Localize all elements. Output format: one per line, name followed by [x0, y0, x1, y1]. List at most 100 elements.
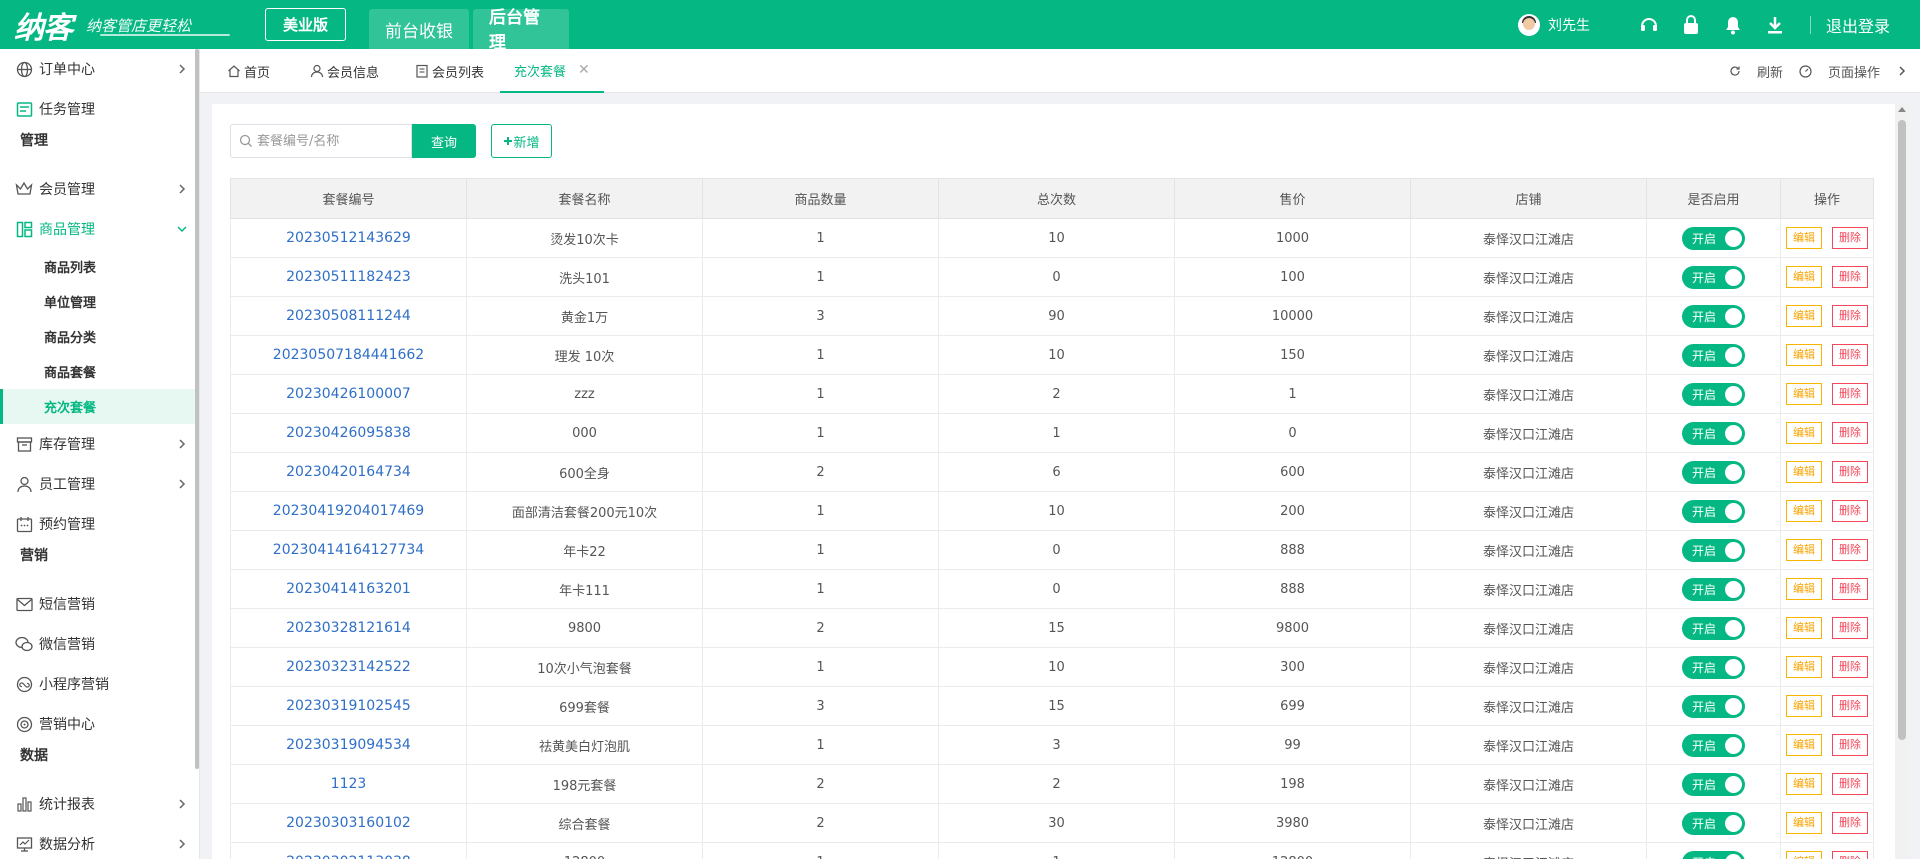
package-code[interactable]: 20230508111244: [230, 296, 467, 336]
table-row[interactable]: 20230319094534 祛黄美白灯泡肌 1 3 99 泰怿汉口江滩店 开启 编辑 删除: [230, 725, 1874, 765]
sidebar-item-miniapp[interactable]: 小程序营销: [0, 664, 195, 704]
add-button[interactable]: 新增: [491, 124, 552, 158]
enabled-toggle[interactable]: 开启: [1682, 382, 1745, 406]
delete-button[interactable]: 删除: [1832, 344, 1868, 366]
sidebar-sub-recharge-package[interactable]: 充次套餐: [0, 389, 195, 424]
table-row[interactable]: 20230511182423 洗头101 1 0 100 泰怿汉口江滩店 开启 编辑 删除: [230, 257, 1874, 297]
sidebar-item-goods[interactable]: 商品管理: [0, 209, 195, 249]
sidebar-item-member[interactable]: 会员管理: [0, 169, 195, 209]
enabled-toggle[interactable]: 开启: [1682, 460, 1745, 484]
table-row[interactable]: 20230323142522 10次小气泡套餐 1 10 300 泰怿汉口江滩店 开启 编辑删…: [230, 647, 1874, 687]
table-row[interactable]: 20230512143629 烫发10次卡 1 10 1000 泰怿汉口江滩店 开启 编辑 删除: [230, 218, 1874, 258]
close-icon[interactable]: ✕: [578, 62, 590, 78]
sidebar-item-staff[interactable]: 员工管理: [0, 464, 195, 504]
sidebar-sub-goods-package[interactable]: 商品套餐: [0, 354, 195, 389]
package-code[interactable]: 20230512143629: [230, 218, 467, 258]
sidebar-item-booking[interactable]: 预约管理: [0, 504, 195, 544]
table-row[interactable]: 20230426095838 000 1 1 0 泰怿汉口江滩店 开启 编辑 删除: [230, 413, 1874, 453]
delete-button[interactable]: 删除: [1832, 695, 1868, 717]
search-input[interactable]: [257, 133, 407, 149]
edit-button[interactable]: 编辑: [1786, 695, 1822, 717]
edit-button[interactable]: 编辑: [1786, 461, 1822, 483]
main-scrollbar[interactable]: [1895, 104, 1909, 859]
enabled-toggle[interactable]: 开启: [1682, 733, 1745, 757]
page-operations-button[interactable]: 页面操作: [1799, 62, 1880, 81]
sidebar-item-analysis[interactable]: 数据分析: [0, 824, 195, 859]
enabled-toggle[interactable]: 开启: [1682, 538, 1745, 562]
edit-button[interactable]: 编辑: [1786, 422, 1822, 444]
sidebar-sub-category[interactable]: 商品分类: [0, 319, 195, 354]
package-code[interactable]: 20230414164127734: [230, 530, 467, 570]
download-icon[interactable]: [1764, 14, 1786, 36]
tab-back-admin[interactable]: 后台管理: [473, 8, 569, 56]
delete-button[interactable]: 删除: [1832, 266, 1868, 288]
table-row[interactable]: 20230302113038128001112800泰怿汉口江滩店开启编辑删除: [230, 842, 1874, 859]
package-code[interactable]: 20230414163201: [230, 569, 467, 609]
enabled-toggle[interactable]: 开启: [1682, 226, 1745, 250]
package-code[interactable]: 1123: [230, 764, 467, 804]
delete-button[interactable]: 删除: [1832, 422, 1868, 444]
sidebar-item-stats[interactable]: 统计报表: [0, 784, 195, 824]
table-row[interactable]: 20230414163201 年卡111 1 0 888 泰怿汉口江滩店 开启 编辑 删除: [230, 569, 1874, 609]
sidebar-item-stock[interactable]: 库存管理: [0, 424, 195, 464]
enabled-toggle[interactable]: 开启: [1682, 811, 1745, 835]
delete-button[interactable]: 删除: [1832, 500, 1868, 522]
edit-button[interactable]: 编辑: [1786, 266, 1822, 288]
sidebar-scrollbar[interactable]: [195, 49, 199, 769]
refresh-button[interactable]: 刷新: [1729, 62, 1783, 81]
enabled-toggle[interactable]: 开启: [1682, 343, 1745, 367]
edit-button[interactable]: 编辑: [1786, 383, 1822, 405]
tab-member-list[interactable]: 会员列表: [415, 49, 484, 93]
enabled-toggle[interactable]: 开启: [1682, 499, 1745, 523]
user-name[interactable]: 刘先生: [1548, 15, 1590, 35]
table-row[interactable]: 20230319102545 699套餐 3 15 699 泰怿汉口江滩店 开启 编辑 删除: [230, 686, 1874, 726]
scroll-up-arrow[interactable]: [1898, 107, 1906, 112]
edit-button[interactable]: 编辑: [1786, 344, 1822, 366]
delete-button[interactable]: 删除: [1832, 227, 1868, 249]
tab-recharge-package[interactable]: 充次套餐 ✕: [500, 49, 604, 93]
search-box[interactable]: [230, 124, 412, 158]
edit-button[interactable]: 编辑: [1786, 734, 1822, 756]
edit-button[interactable]: 编辑: [1786, 851, 1822, 859]
table-row[interactable]: 20230303160102 综合套餐 2 30 3980 泰怿汉口江滩店 开启 编辑 删除: [230, 803, 1874, 843]
delete-button[interactable]: 删除: [1832, 383, 1868, 405]
table-row[interactable]: 20230508111244 黄金1万 3 90 10000 泰怿汉口江滩店 开启 编辑 删除: [230, 296, 1874, 336]
package-code[interactable]: 20230426095838: [230, 413, 467, 453]
enabled-toggle[interactable]: 开启: [1682, 265, 1745, 289]
logout-button[interactable]: 退出登录: [1826, 13, 1890, 37]
enabled-toggle[interactable]: 开启: [1682, 421, 1745, 445]
edit-button[interactable]: 编辑: [1786, 773, 1822, 795]
enabled-toggle[interactable]: 开启: [1682, 577, 1745, 601]
avatar[interactable]: [1517, 13, 1540, 36]
package-code[interactable]: 20230302113038: [230, 842, 467, 859]
delete-button[interactable]: 删除: [1832, 539, 1868, 561]
delete-button[interactable]: 删除: [1832, 305, 1868, 327]
package-code[interactable]: 20230328121614: [230, 608, 467, 648]
scroll-tabs-right-button[interactable]: [1896, 65, 1908, 77]
edit-button[interactable]: 编辑: [1786, 812, 1822, 834]
edition-button[interactable]: 美业版: [265, 8, 346, 41]
table-row[interactable]: 20230426100007 zzz 1 2 1 泰怿汉口江滩店 开启 编辑 删除: [230, 374, 1874, 414]
sidebar-item-order-center[interactable]: 订单中心: [0, 49, 195, 89]
enabled-toggle[interactable]: 开启: [1682, 304, 1745, 328]
package-code[interactable]: 20230419204017469: [230, 491, 467, 531]
package-code[interactable]: 20230420164734: [230, 452, 467, 492]
delete-button[interactable]: 删除: [1832, 851, 1868, 859]
delete-button[interactable]: 删除: [1832, 734, 1868, 756]
sidebar-item-task[interactable]: 任务管理: [0, 89, 195, 129]
edit-button[interactable]: 编辑: [1786, 227, 1822, 249]
package-code[interactable]: 20230303160102: [230, 803, 467, 843]
table-row[interactable]: 20230328121614 9800 2 15 9800 泰怿汉口江滩店 开启 编辑 删除: [230, 608, 1874, 648]
sidebar-item-sms[interactable]: 短信营销: [0, 584, 195, 624]
delete-button[interactable]: 删除: [1832, 812, 1868, 834]
edit-button[interactable]: 编辑: [1786, 617, 1822, 639]
enabled-toggle[interactable]: 开启: [1682, 616, 1745, 640]
edit-button[interactable]: 编辑: [1786, 656, 1822, 678]
enabled-toggle[interactable]: 开启: [1682, 655, 1745, 679]
edit-button[interactable]: 编辑: [1786, 578, 1822, 600]
package-code[interactable]: 20230319102545: [230, 686, 467, 726]
edit-button[interactable]: 编辑: [1786, 539, 1822, 561]
bell-icon[interactable]: [1722, 14, 1744, 36]
tab-front-cashier[interactable]: 前台收银: [369, 9, 469, 49]
lock-icon[interactable]: [1680, 14, 1702, 36]
